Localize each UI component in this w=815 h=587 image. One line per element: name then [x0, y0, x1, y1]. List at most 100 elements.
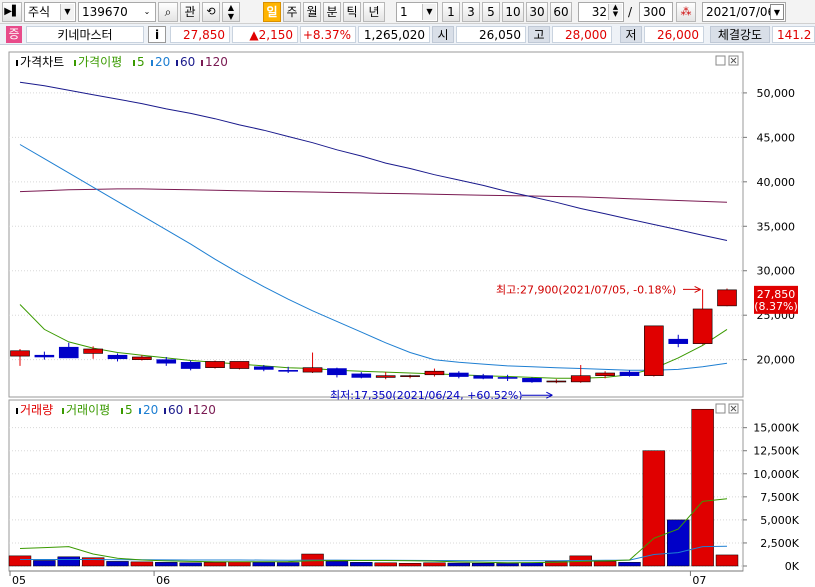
- candle-body: [497, 377, 518, 379]
- period-minute-button[interactable]: 분: [323, 2, 341, 22]
- chart-area[interactable]: 가격차트 가격이평 5 20 60 120 20,00025,00030,00035,00…: [0, 46, 815, 587]
- chevron-down-icon: ▼: [60, 4, 74, 20]
- candle-body: [692, 308, 713, 344]
- volume-bar: [350, 562, 373, 567]
- interval-60-button[interactable]: 60: [550, 2, 572, 22]
- interval-60-label: 60: [553, 5, 569, 19]
- interval-30-button[interactable]: 30: [526, 2, 548, 22]
- interval-5-button[interactable]: 5: [482, 2, 500, 22]
- date-select[interactable]: 2021/07/06 ▼: [702, 2, 786, 22]
- volume-tick-label: 7,500K: [760, 491, 799, 504]
- interval-10-button[interactable]: 10: [502, 2, 524, 22]
- period-week-label: 주: [286, 5, 298, 19]
- x-tick-label: 07: [692, 574, 706, 587]
- maximize-icon[interactable]: [715, 403, 726, 414]
- candle-body: [522, 378, 542, 383]
- candle-body: [570, 375, 591, 383]
- period-minute-label: 분: [326, 5, 338, 19]
- stock-code-input[interactable]: 139670 ⌄: [78, 2, 156, 22]
- legend-marker: [133, 60, 135, 66]
- high-label: 고: [528, 26, 550, 43]
- volume-bar: [106, 561, 129, 567]
- search-button[interactable]: ⌕: [158, 2, 178, 22]
- period-tick-label: 틱: [346, 5, 358, 19]
- candle-body: [400, 375, 420, 377]
- maximize-icon[interactable]: [715, 55, 726, 66]
- count-separator: /: [628, 5, 633, 19]
- volume-bar: [520, 562, 544, 567]
- total-count-input[interactable]: 300: [639, 2, 673, 22]
- chevron-down-icon: ▼: [770, 4, 784, 20]
- legend-marker: [121, 408, 123, 414]
- volume-tick-label: 12,500K: [753, 445, 799, 458]
- candle-body: [302, 367, 323, 373]
- period-year-label: 년: [368, 5, 380, 19]
- candle-body: [10, 350, 30, 357]
- info-icon: i: [154, 28, 160, 42]
- period-year-button[interactable]: 년: [363, 2, 385, 22]
- period-tick-button[interactable]: 틱: [343, 2, 361, 22]
- stock-info-button[interactable]: i: [148, 26, 166, 43]
- candle-body: [58, 346, 79, 359]
- period-month-button[interactable]: 월: [303, 2, 321, 22]
- legend-marker: [16, 408, 18, 414]
- period-week-button[interactable]: 주: [283, 2, 301, 22]
- price-tick-label: 35,000: [757, 220, 796, 233]
- candle-body: [595, 372, 615, 376]
- candle-body: [717, 289, 737, 307]
- candle-body: [156, 359, 177, 364]
- volume-bar: [252, 562, 276, 567]
- total-count-value: 300: [643, 5, 666, 19]
- volume-tick-label: 10,000K: [753, 468, 799, 481]
- volume-bar: [228, 561, 251, 567]
- candle-body: [546, 380, 567, 383]
- volume-bar: [691, 408, 714, 567]
- open-label: 시: [432, 26, 454, 43]
- volume-bar: [423, 562, 446, 567]
- stock-code-value: 139670: [82, 5, 128, 19]
- legend-item: 120: [193, 403, 216, 417]
- candle-body: [278, 370, 298, 372]
- candle-body: [83, 348, 103, 354]
- chart-settings-button[interactable]: ⁂: [676, 2, 696, 22]
- stepper-button[interactable]: ▲ ▼: [222, 2, 240, 22]
- volume-bar: [155, 562, 178, 567]
- sync-button[interactable]: ⟲: [202, 2, 220, 22]
- price-tick-label: 40,000: [757, 176, 796, 189]
- volume-bar: [276, 562, 300, 567]
- interval-1-label: 1: [447, 5, 455, 19]
- period-day-button[interactable]: 일: [263, 2, 281, 22]
- volume-bar: [496, 563, 519, 567]
- quote-bar: 증 키네마스터 i 27,850 ▲2,150 +8.37% 1,265,020…: [0, 24, 815, 45]
- legend-item: 60: [168, 403, 183, 417]
- legend-item: 가격이평: [78, 55, 122, 69]
- menu-toggle-button[interactable]: ▶▌: [2, 2, 22, 22]
- search-icon: ⌕: [164, 5, 172, 19]
- legend-marker: [62, 408, 64, 414]
- interval-select[interactable]: 1 ▼: [396, 2, 438, 22]
- legend-marker: [139, 408, 141, 414]
- volume-tick-label: 15,000K: [753, 422, 799, 435]
- chevron-down-icon: ⌄: [140, 4, 154, 20]
- trade-strength: 141.2: [772, 26, 815, 43]
- interval-3-label: 3: [467, 5, 475, 19]
- watchlist-button[interactable]: 관: [180, 2, 200, 22]
- stock-name-label: 키네마스터: [57, 28, 113, 42]
- volume-bar: [8, 555, 32, 567]
- interval-1-button[interactable]: 1: [442, 2, 460, 22]
- market-select[interactable]: 주식 ▼: [24, 2, 76, 22]
- period-month-label: 월: [306, 5, 318, 19]
- market-tag-label: 증: [8, 27, 20, 41]
- interval-5-label: 5: [487, 5, 495, 19]
- strength-label: 체결강도: [710, 26, 770, 43]
- legend-marker: [201, 60, 203, 66]
- volume-bar: [447, 562, 471, 567]
- interval-3-button[interactable]: 3: [462, 2, 480, 22]
- view-count-input[interactable]: 32 ▲ ▼: [578, 2, 624, 22]
- price-change: ▲2,150: [232, 26, 298, 43]
- volume-bar: [33, 560, 56, 567]
- legend-marker: [164, 408, 166, 414]
- candle-body: [205, 361, 225, 368]
- last-change-label: (8.37%): [754, 300, 798, 313]
- price-tick-label: 30,000: [757, 265, 796, 278]
